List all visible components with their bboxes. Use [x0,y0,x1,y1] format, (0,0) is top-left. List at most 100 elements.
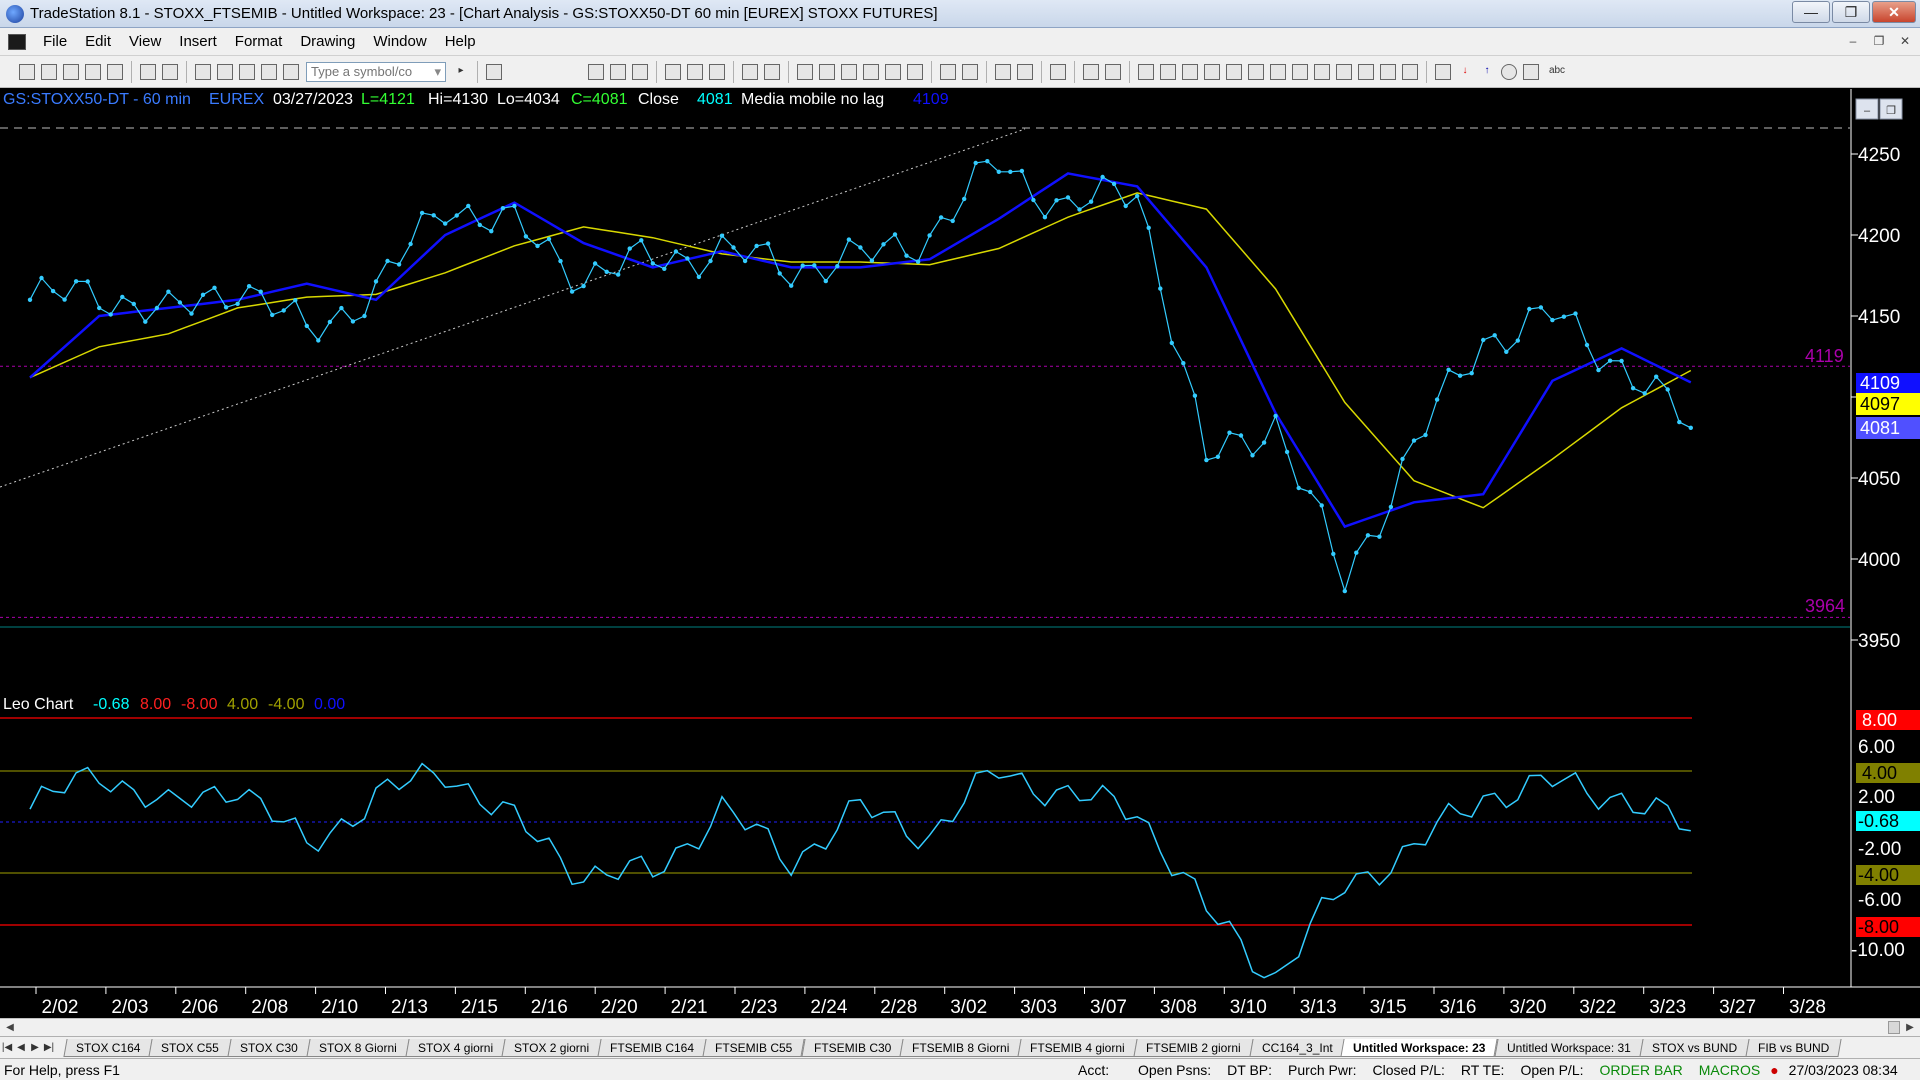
trendline-icon[interactable] [1138,63,1154,80]
bar-chart-icon[interactable] [797,63,813,80]
workspace-tab[interactable]: FTSEMIB 4 giorni [1017,1038,1138,1057]
channel-icon[interactable] [1314,63,1330,80]
chart-area[interactable]: – ❐ 4250 4200 4150 4100 4050 4000 3950 4… [0,89,1920,1018]
drag-icon[interactable] [1017,63,1033,80]
scroll-right-icon[interactable]: ▶ [1902,1020,1918,1035]
tab-last-icon[interactable]: ▶| [42,1042,56,1053]
mdi-restore-button[interactable]: ❐ [1868,32,1890,52]
print-preview-icon[interactable] [140,63,156,80]
play-arrow-icon[interactable]: ▸ [453,64,469,80]
mdi-close-button[interactable]: ✕ [1894,32,1916,52]
radarscreen-icon[interactable] [588,63,604,80]
workspace-tab[interactable]: STOX 2 giorni [501,1038,602,1057]
insert-study-icon[interactable] [742,63,758,80]
arrow-down-icon[interactable]: ↓ [1457,64,1473,80]
window-tile-icon[interactable] [217,63,233,80]
pointer-icon[interactable] [995,63,1011,80]
workspace-tab[interactable]: STOX C30 [227,1038,311,1057]
fibonacci-icon[interactable] [1204,63,1220,80]
chevron-down-icon[interactable]: ▾ [434,64,441,80]
matrix-icon[interactable] [610,63,626,80]
tab-prev-icon[interactable]: ◀ [14,1042,28,1053]
order-icon[interactable] [687,63,703,80]
mdi-minimize-button[interactable]: – [1842,32,1864,52]
close-button[interactable]: ✕ [1872,1,1916,23]
chart-icon[interactable] [665,63,681,80]
chart-window-icon[interactable] [8,33,26,50]
workspace-tab[interactable]: Untitled Workspace: 23 [1340,1038,1499,1057]
menu-help[interactable]: Help [436,33,485,50]
workspace-tab[interactable]: CC164_3_Int [1249,1038,1346,1057]
workspace-tab[interactable]: FTSEMIB C164 [597,1038,707,1057]
workspace-tab[interactable]: STOX vs BUND [1639,1038,1750,1057]
menu-file[interactable]: File [34,33,76,50]
maximize-button[interactable]: ❐ [1832,1,1870,23]
arrow-up-icon[interactable]: ↑ [1479,64,1495,80]
speed-lines-icon[interactable] [1292,63,1308,80]
time-axis[interactable]: 2/02 2/03 2/06 2/08 2/10 2/13 2/15 2/16 2/20 2/21… [35,987,1826,1018]
horizontal-lines-icon[interactable] [1182,63,1198,80]
refresh-icon[interactable] [709,63,725,80]
zoom-in-icon[interactable] [940,63,956,80]
workspace-tab[interactable]: FIB vs BUND [1745,1038,1842,1057]
minimize-button[interactable]: — [1792,1,1830,23]
grid-icon[interactable] [632,63,648,80]
workspace-tab[interactable]: Untitled Workspace: 31 [1494,1038,1644,1057]
workspace-tab[interactable]: STOX 4 giorni [405,1038,506,1057]
cycle-icon[interactable] [1380,63,1396,80]
chart-svg[interactable]: – ❐ 4250 4200 4150 4100 4050 4000 3950 4… [0,89,1920,1018]
symbol-lookup-icon[interactable] [486,63,502,80]
workspace-tab[interactable]: FTSEMIB C55 [702,1038,806,1057]
line-chart-icon[interactable] [819,63,835,80]
workspace-tab[interactable]: FTSEMIB 8 Giorni [899,1038,1022,1057]
strategy-manager-icon[interactable] [764,63,780,80]
new-file-icon[interactable] [19,63,35,80]
point-figure-icon[interactable] [863,63,879,80]
arc-icon[interactable] [1226,63,1242,80]
lock-icon[interactable] [239,63,255,80]
rectangle-icon[interactable] [1523,63,1539,80]
tab-first-icon[interactable]: |◀ [0,1042,14,1053]
pencil-icon[interactable] [1402,63,1418,80]
fib-ext-icon[interactable] [1270,63,1286,80]
curve-icon[interactable] [1435,63,1451,80]
symbol-input[interactable] [311,64,421,79]
arrow-lr-icon[interactable] [1336,63,1352,80]
workspace-tab[interactable]: FTSEMIB C30 [801,1038,904,1057]
vertical-lines-icon[interactable] [1160,63,1176,80]
workspace-tab[interactable]: FTSEMIB 2 giorni [1133,1038,1254,1057]
tools-icon[interactable] [1050,63,1066,80]
candlestick-icon[interactable] [841,63,857,80]
menu-edit[interactable]: Edit [76,33,120,50]
menu-format[interactable]: Format [226,33,292,50]
ohlc-icon[interactable] [907,63,923,80]
zoom-out-icon[interactable] [962,63,978,80]
status-order-bar[interactable]: ORDER BAR [1592,1062,1691,1078]
menu-window[interactable]: Window [364,33,435,50]
menu-insert[interactable]: Insert [170,33,226,50]
menu-drawing[interactable]: Drawing [291,33,364,50]
strategy-icon[interactable] [283,63,299,80]
gann-fan-icon[interactable] [1248,63,1264,80]
text-icon[interactable]: abc [1545,64,1569,80]
workspace-tab[interactable]: STOX C164 [63,1038,154,1057]
window-layout-icon[interactable] [195,63,211,80]
workspace-tab[interactable]: STOX C55 [148,1038,232,1057]
tab-next-icon[interactable]: ▶ [28,1042,42,1053]
symbol-combobox[interactable]: ▾ [306,61,446,82]
format-icon[interactable] [261,63,277,80]
open-workspace-icon[interactable] [63,63,79,80]
expert-icon[interactable] [1105,63,1121,80]
scroll-left-icon[interactable]: ◀ [2,1020,18,1035]
ellipse-icon[interactable] [1501,63,1517,80]
horizontal-scrollbar[interactable]: ◀ ▶ [0,1018,1920,1036]
folder-icon[interactable] [107,63,123,80]
status-macros[interactable]: MACROS [1691,1062,1768,1078]
data-window-icon[interactable] [1083,63,1099,80]
workspace-tab[interactable]: STOX 8 Giorni [306,1038,410,1057]
new-window-icon[interactable] [85,63,101,80]
volume-icon[interactable] [885,63,901,80]
menu-view[interactable]: View [120,33,170,50]
scroll-thumb[interactable] [1888,1021,1900,1034]
parallel-icon[interactable] [1358,63,1374,80]
